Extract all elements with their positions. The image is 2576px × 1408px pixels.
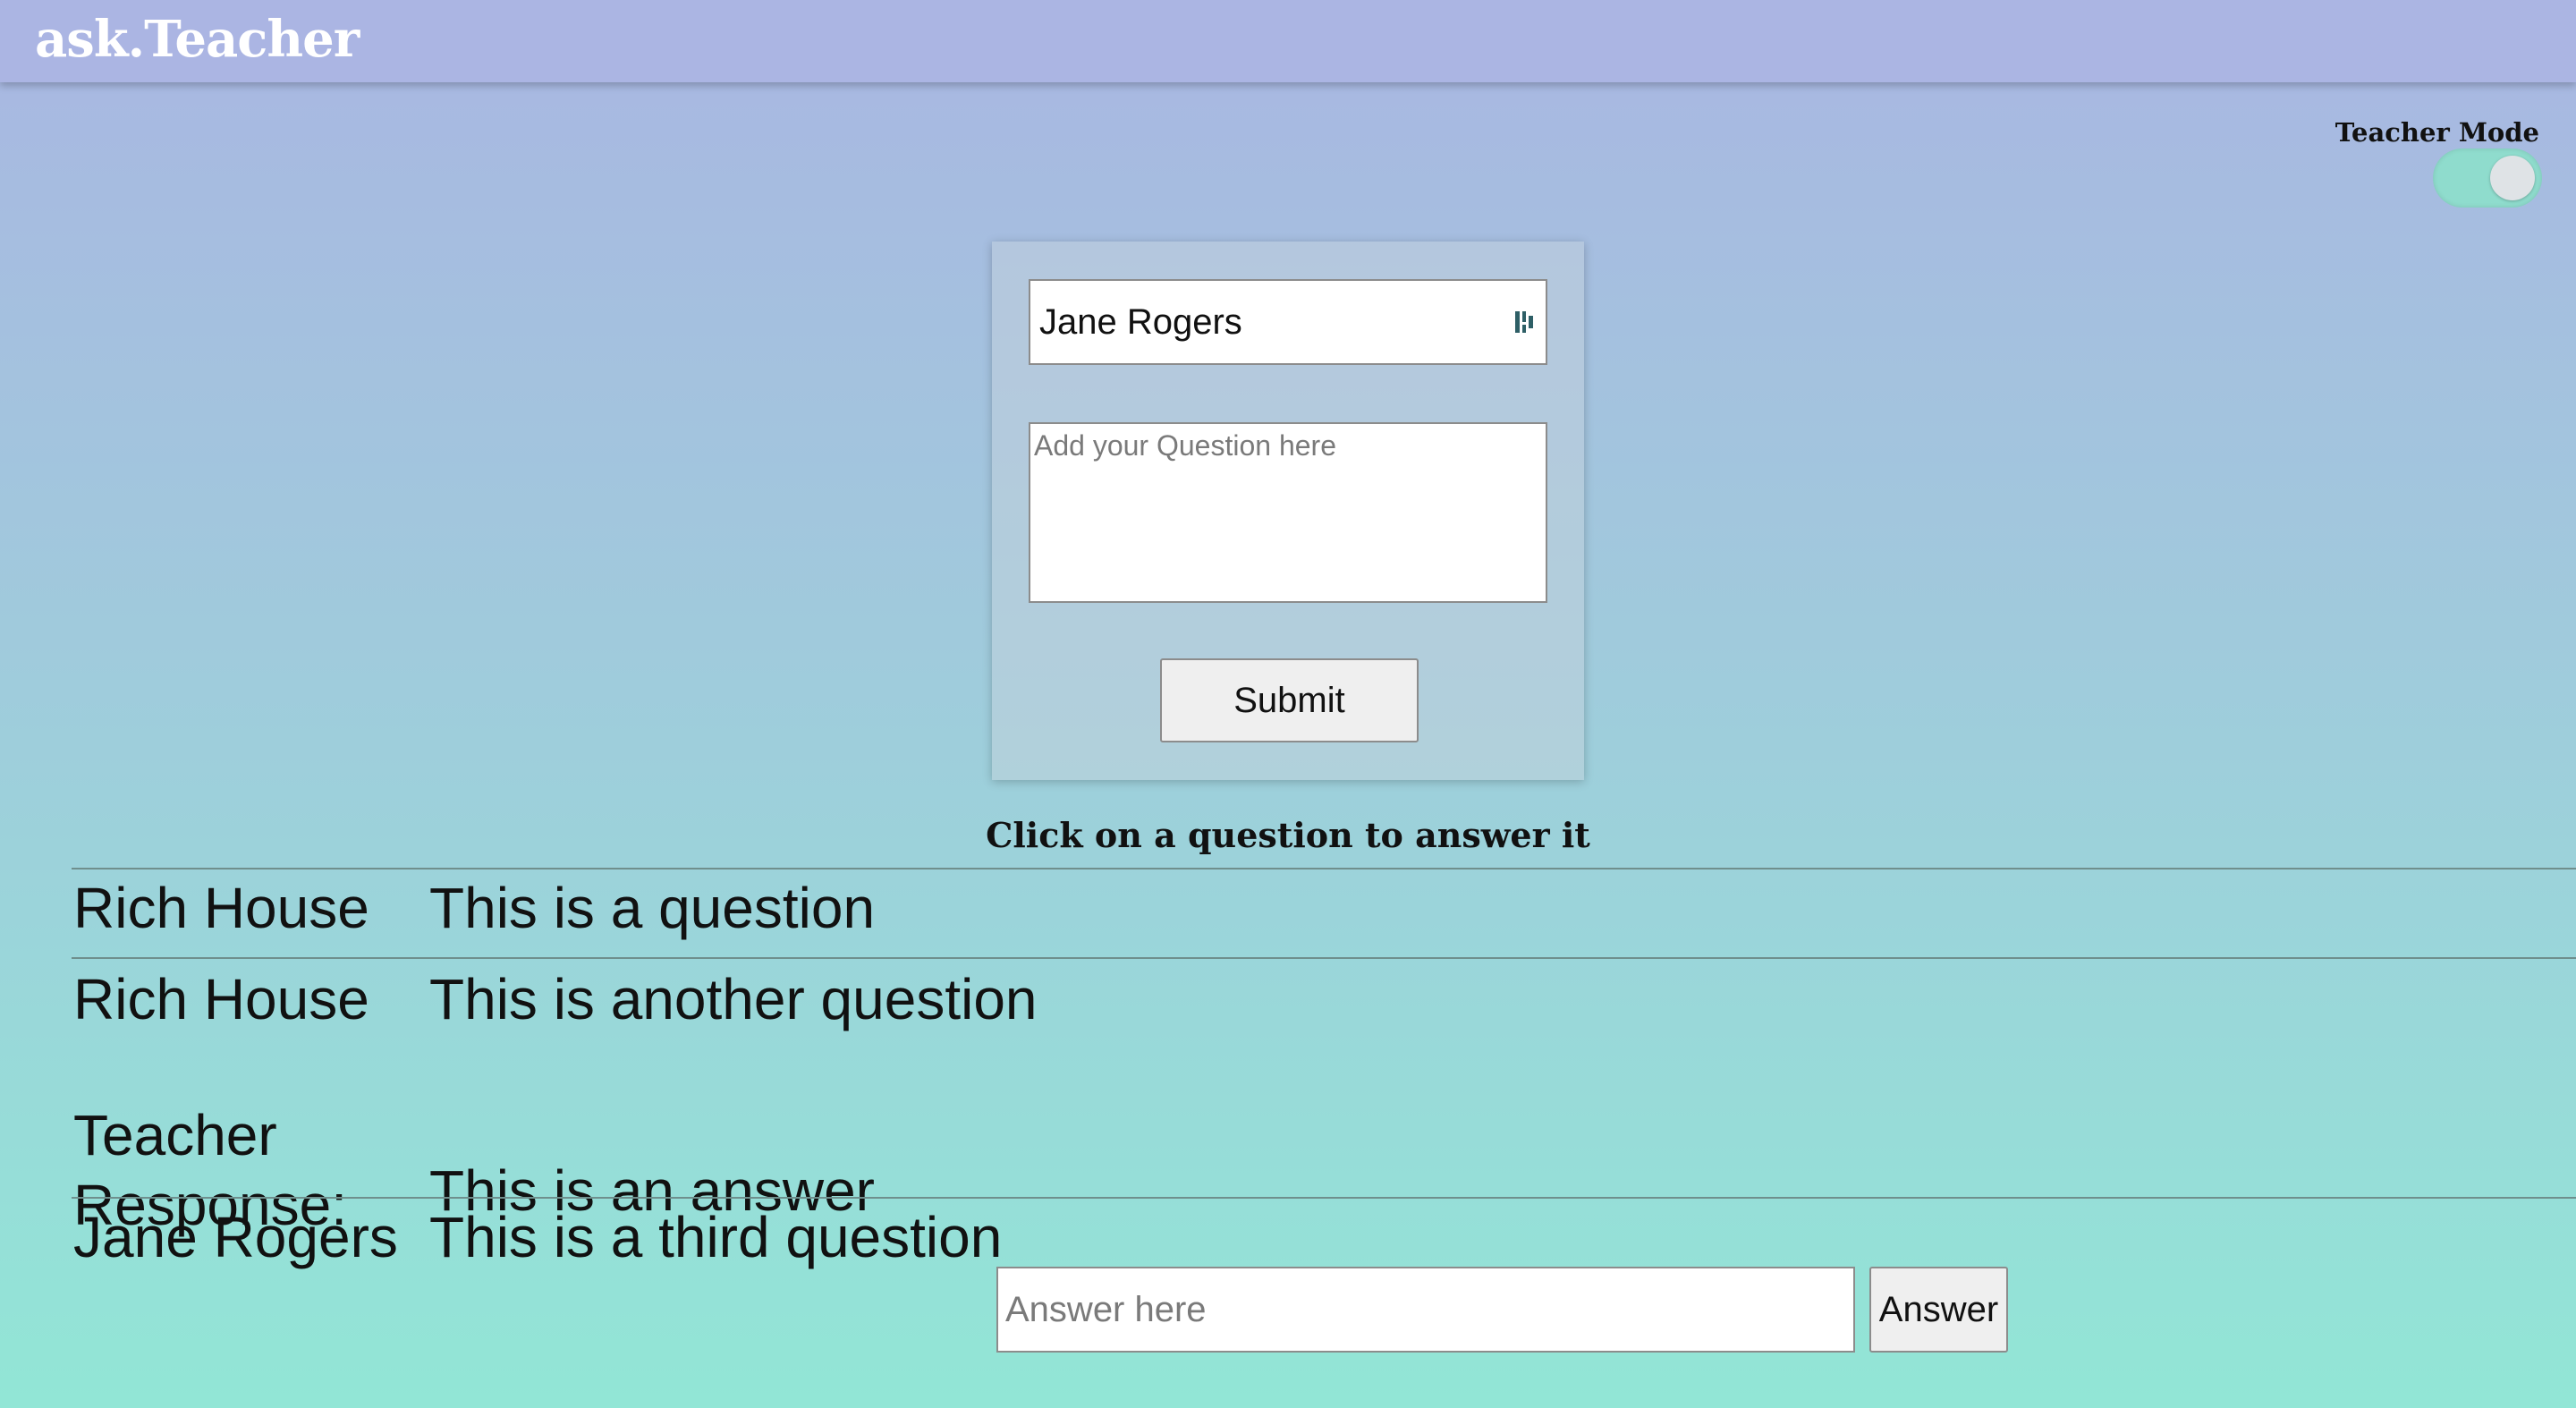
answer-input[interactable] bbox=[996, 1267, 1855, 1353]
answer-button[interactable]: Answer bbox=[1869, 1267, 2008, 1353]
question-author: Jane Rogers bbox=[73, 1205, 398, 1269]
top-navbar: ask.Teacher bbox=[0, 0, 2576, 82]
question-textarea[interactable] bbox=[1029, 422, 1547, 603]
question-text: This is a question bbox=[429, 876, 876, 940]
question-form: Submit bbox=[992, 242, 1584, 780]
submit-button[interactable]: Submit bbox=[1160, 658, 1419, 742]
app-logo[interactable]: ask.Teacher bbox=[35, 5, 360, 73]
question-row[interactable]: Rich House This is another question bbox=[72, 957, 2576, 1031]
teacher-mode-label: Teacher Mode bbox=[2334, 117, 2539, 148]
question-row[interactable]: Rich House This is a question bbox=[72, 868, 2576, 957]
question-text: This is a third question bbox=[429, 1205, 1003, 1269]
question-author: Rich House bbox=[73, 876, 369, 940]
answer-row: Teacher Response: This is an answer bbox=[72, 1011, 2576, 1237]
instruction-text: Click on a question to answer it bbox=[986, 815, 1590, 855]
toggle-knob bbox=[2490, 156, 2535, 200]
contact-card-icon[interactable] bbox=[1514, 309, 1538, 335]
questions-list: Rich House This is a question Rich House… bbox=[72, 868, 2576, 1286]
name-input[interactable] bbox=[1029, 279, 1547, 365]
teacher-mode-toggle[interactable] bbox=[2433, 148, 2542, 208]
